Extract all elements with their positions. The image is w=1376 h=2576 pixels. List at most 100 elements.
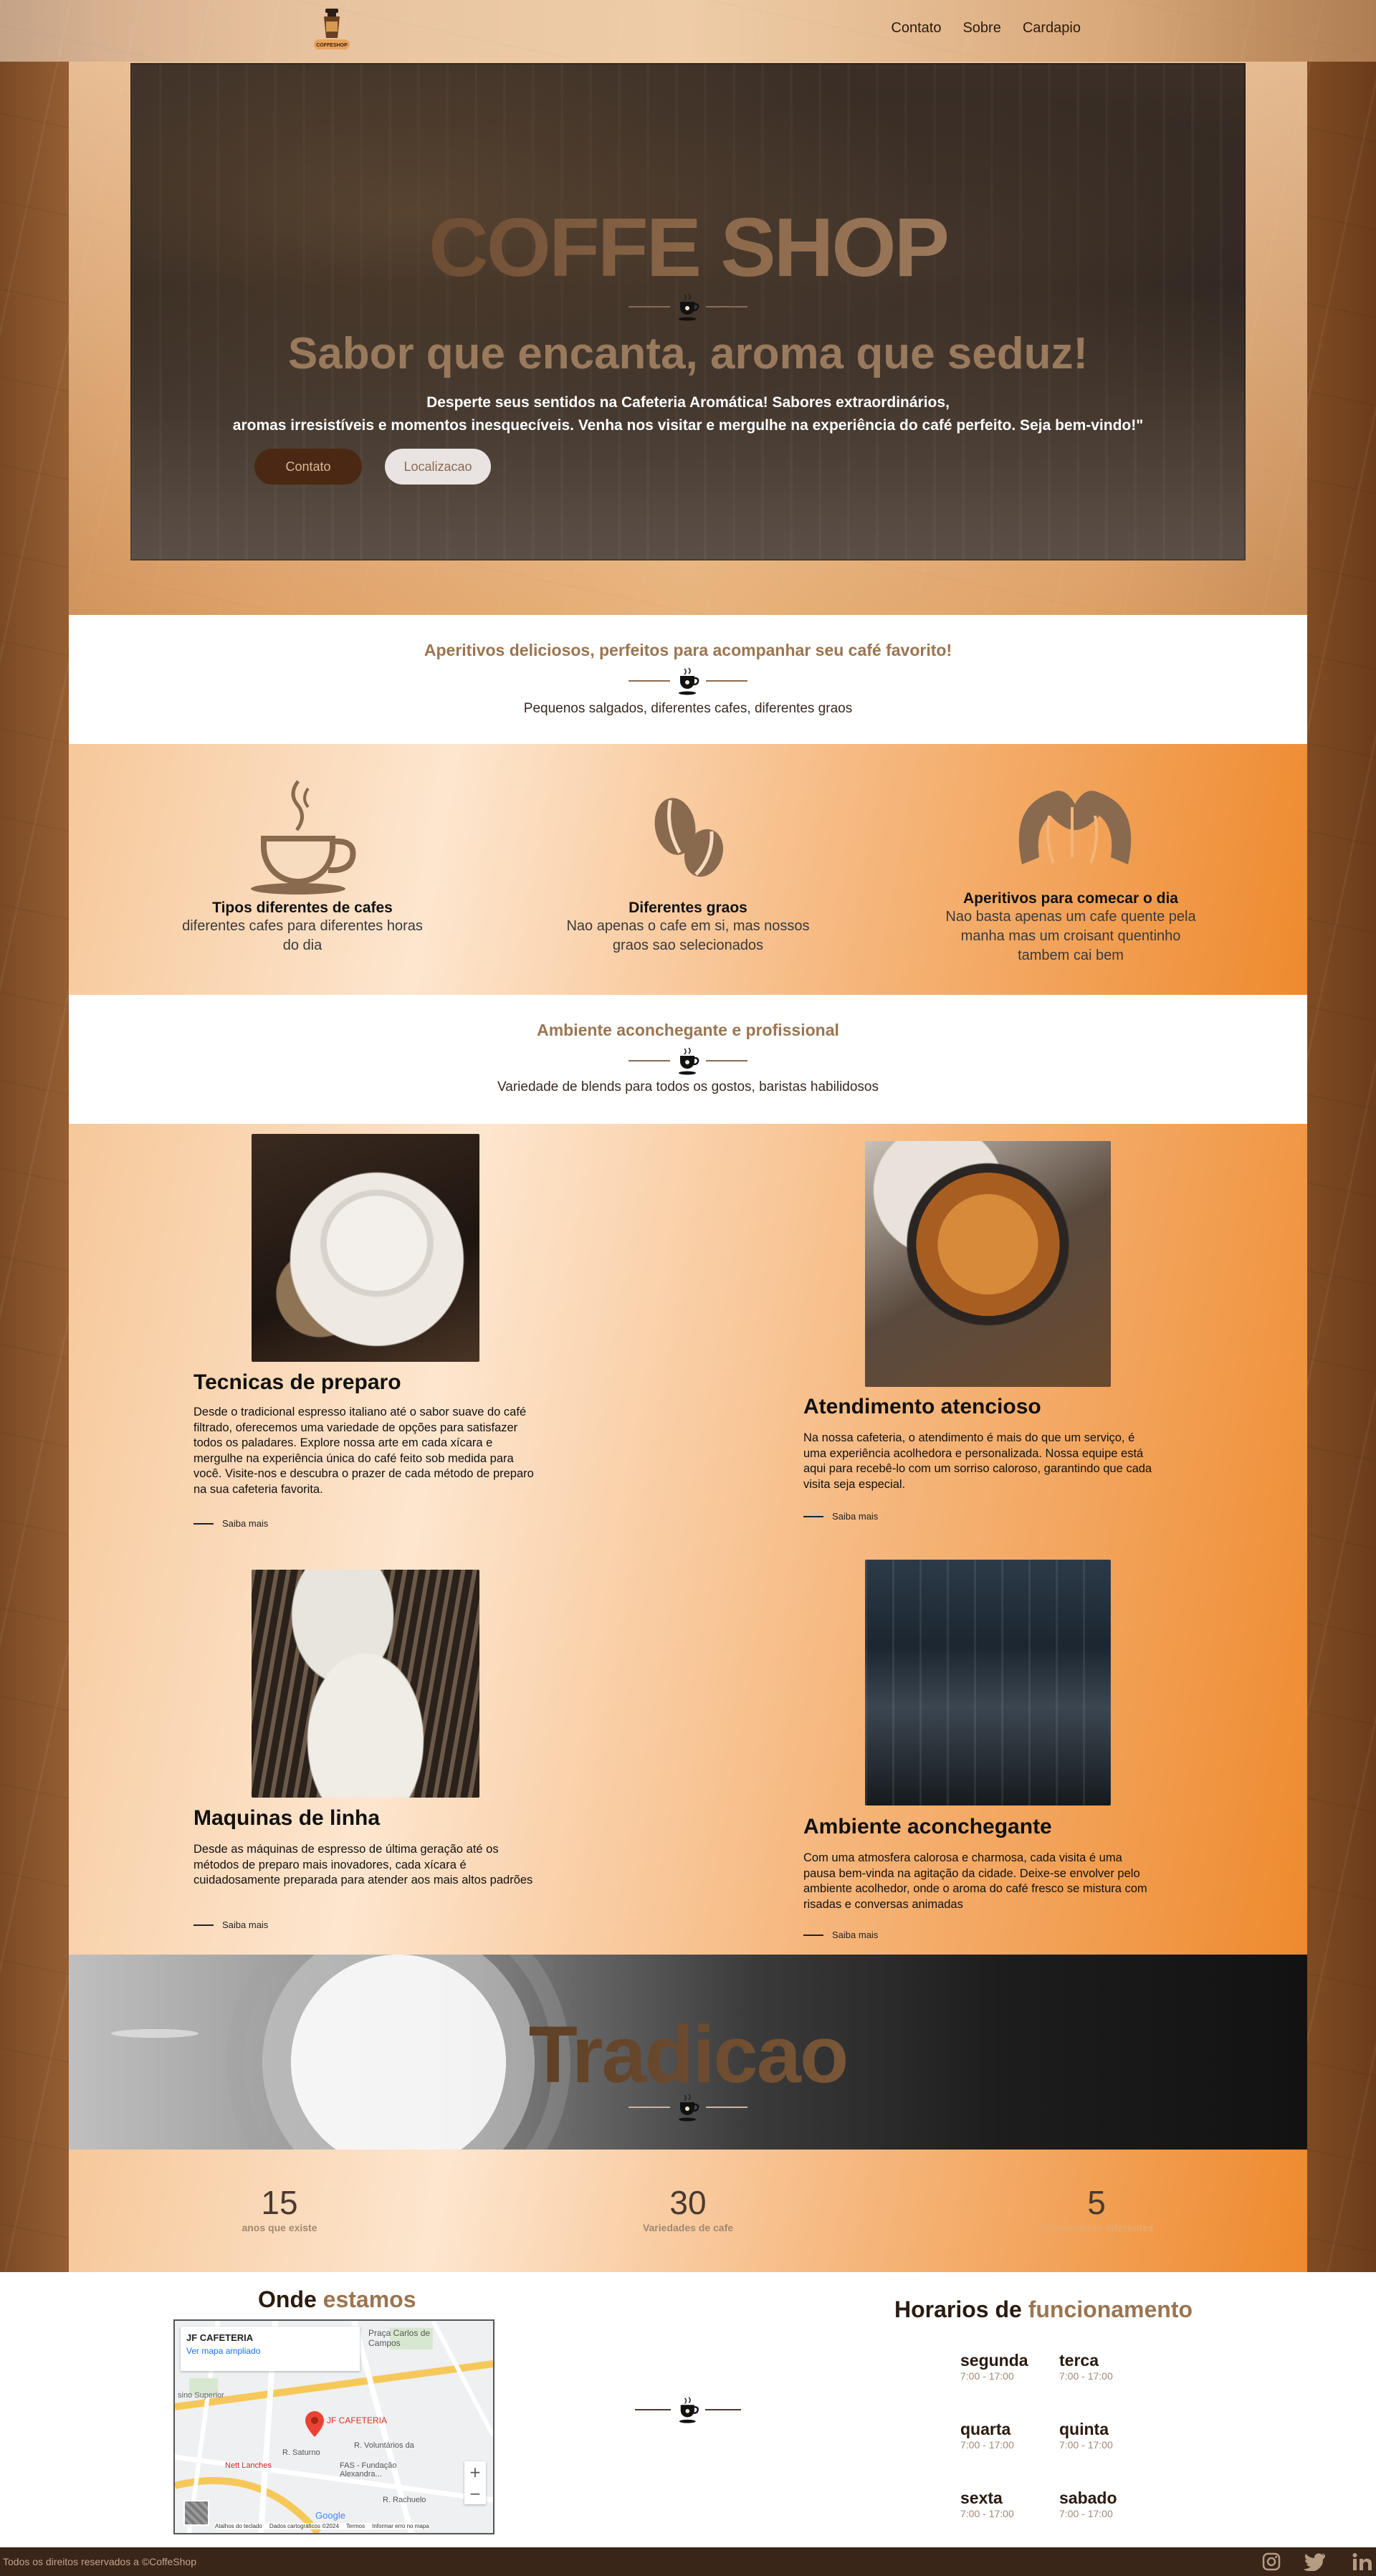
day-hours: 7:00 - 17:00	[1059, 2370, 1113, 2382]
day-name: sabado	[1059, 2489, 1117, 2507]
hero-divider	[0, 292, 1376, 321]
day-hours: 7:00 - 17:00	[1059, 2439, 1113, 2451]
map-footer-shortcuts[interactable]: Atalhos do teclado	[215, 2523, 262, 2529]
day-name: sexta	[960, 2489, 1003, 2507]
site-footer	[0, 2547, 1376, 2576]
copyright-text: Todos os direitos reservados a ©CoffeSho…	[3, 2556, 196, 2567]
stat-anos: 15 anos que existe	[165, 2183, 394, 2233]
card-title: Ambiente aconchegante	[803, 1815, 1052, 1838]
stat-label: Variedades de cafe	[642, 2222, 734, 2233]
aperitivos-divider	[69, 667, 1307, 695]
hours-quinta: quinta 7:00 - 17:00	[1059, 2420, 1113, 2451]
hero-slogan: Sabor que encanta, aroma que seduz!	[287, 329, 1089, 378]
location-map[interactable]: JF CAFETERIA Ver mapa ampliado Praça Car…	[173, 2319, 494, 2534]
site-header	[0, 0, 1376, 62]
map-footer-terms[interactable]: Termos	[346, 2523, 365, 2529]
contato-button[interactable]: Contato	[254, 449, 362, 485]
coffee-cup-badge-icon	[679, 1047, 699, 1075]
map-zoom-control: + −	[464, 2461, 486, 2504]
main-nav: Contato Sobre Cardapio	[891, 20, 1081, 37]
saiba-mais-label[interactable]: Saiba mais	[832, 1511, 878, 1522]
ambiente-title: Ambiente aconchegante e profissional	[537, 1021, 839, 1039]
map-place-name: JF CAFETERIA	[186, 2332, 254, 2343]
nav-contato[interactable]: Contato	[891, 20, 941, 37]
map-enlarge-link[interactable]: Ver mapa ampliado	[186, 2346, 354, 2356]
heading-accent: estamos	[322, 2286, 416, 2312]
heading-part: Horarios de	[894, 2296, 1028, 2322]
feature-text: diferentes cafes para diferentes horas d…	[182, 918, 423, 953]
card-title: Atendimento atencioso	[803, 1395, 1041, 1418]
aperitivos-subtitle: Pequenos salgados, diferentes cafes, dif…	[523, 701, 853, 716]
saiba-mais-link[interactable]: Saiba mais	[194, 1518, 268, 1529]
map-footer-data: Dados cartográficos ©2024	[269, 2523, 339, 2529]
card-text: Desde as máquinas de espresso de última …	[194, 1843, 533, 1886]
stat-label: anos que existe	[242, 2222, 317, 2233]
day-name: segunda	[960, 2351, 1028, 2370]
localizacao-button[interactable]: Localizacao	[385, 449, 491, 485]
feature-title: Aperitivos para comecar o dia	[963, 890, 1178, 907]
hours-quarta: quarta 7:00 - 17:00	[960, 2420, 1014, 2451]
hero-desc-line-2: aromas irresistíveis e momentos inesquec…	[232, 417, 1144, 434]
stat-value: 30	[669, 2184, 707, 2221]
feature-text: Nao basta apenas um cafe quente pela man…	[945, 909, 1196, 963]
ambiente-divider	[69, 1046, 1307, 1075]
day-hours: 7:00 - 17:00	[960, 2508, 1014, 2519]
coffeshop-logo[interactable]: COFFESHOP	[307, 6, 357, 53]
map-place-card: JF CAFETERIA Ver mapa ampliado	[181, 2327, 360, 2371]
ambiente-subtitle: Variedade de blends para todos os gostos…	[497, 1079, 879, 1094]
hero-description: Desperte seus sentidos na Cafeteria Arom…	[0, 391, 1376, 437]
day-hours: 7:00 - 17:00	[1059, 2508, 1113, 2519]
zoom-out-icon[interactable]: −	[464, 2483, 486, 2504]
zoom-in-icon[interactable]: +	[464, 2461, 486, 2483]
location-divider	[635, 2395, 741, 2424]
twitter-icon[interactable]	[1302, 2552, 1326, 2574]
day-name: terca	[1059, 2351, 1099, 2370]
coffee-bar-photo	[865, 1560, 1111, 1805]
aperitivos-title: Aperitivos deliciosos, perfeitos para ac…	[424, 641, 952, 659]
satellite-toggle[interactable]	[183, 2500, 209, 2526]
linkedin-icon[interactable]	[1352, 2552, 1373, 2574]
feature-title: Tipos diferentes de cafes	[212, 900, 393, 916]
map-footer-report[interactable]: Informar erro no mapa	[372, 2523, 429, 2529]
hours-segunda: segunda 7:00 - 17:00	[960, 2351, 1028, 2382]
coffee-cup-badge-icon	[679, 667, 699, 695]
day-hours: 7:00 - 17:00	[960, 2370, 1014, 2382]
feature-diferentes-graos: Diferentes graos Nao apenas o cafe em si…	[559, 900, 817, 955]
coffee-cup-badge-icon	[679, 2397, 699, 2423]
feature-tipos-cafes: Tipos diferentes de cafes diferentes caf…	[173, 900, 431, 955]
svg-text:COFFESHOP: COFFESHOP	[316, 43, 348, 48]
stat-label: fornecedores diferentes	[1039, 2222, 1154, 2233]
map-pin-icon[interactable]	[305, 2411, 324, 2440]
map-label-rua-voluntarios: R. Voluntários da	[354, 2441, 414, 2450]
hours-terca: terca 7:00 - 17:00	[1059, 2351, 1113, 2382]
heading-accent: funcionamento	[1028, 2296, 1193, 2322]
coffee-cup-badge-icon	[679, 2094, 699, 2122]
card-title: Tecnicas de preparo	[194, 1370, 401, 1394]
card-title: Maquinas de linha	[194, 1806, 381, 1830]
hours-sabado: sabado 7:00 - 17:00	[1059, 2489, 1117, 2519]
nav-sobre[interactable]: Sobre	[962, 20, 1000, 37]
saiba-mais-link[interactable]: Saiba mais	[194, 1919, 268, 1930]
saiba-mais-label[interactable]: Saiba mais	[222, 1919, 268, 1930]
saiba-mais-label[interactable]: Saiba mais	[832, 1929, 878, 1940]
map-label-praca: Praça Carlos de Campos	[368, 2328, 431, 2348]
map-label-rua-saturno: R. Saturno	[282, 2448, 320, 2457]
tradicao-divider	[69, 2093, 1307, 2122]
map-label-rachuelo: R. Rachuelo	[383, 2496, 426, 2504]
instagram-icon[interactable]	[1261, 2552, 1281, 2575]
map-label-ensino: sino Superior	[178, 2391, 224, 2400]
tradicao-title: Tradicao	[69, 2008, 1307, 2101]
saiba-mais-link[interactable]: Saiba mais	[803, 1511, 878, 1522]
espresso-machine-photo	[252, 1570, 479, 1798]
saiba-mais-link[interactable]: Saiba mais	[803, 1929, 878, 1940]
day-hours: 7:00 - 17:00	[960, 2439, 1014, 2451]
nav-cardapio[interactable]: Cardapio	[1023, 20, 1081, 37]
saiba-mais-label[interactable]: Saiba mais	[222, 1518, 268, 1529]
map-label-nett: Nett Lanches	[225, 2461, 272, 2470]
day-name: quarta	[960, 2420, 1011, 2438]
cappuccino-photo	[252, 1134, 479, 1362]
map-pin-label: JF CAFETERIA	[327, 2415, 388, 2425]
card-text: Na nossa cafeteria, o atendimento é mais…	[803, 1431, 1152, 1491]
stat-variedades: 30 Variedades de cafe	[573, 2183, 803, 2233]
horarios-heading: Horarios de funcionamento	[894, 2296, 1193, 2323]
